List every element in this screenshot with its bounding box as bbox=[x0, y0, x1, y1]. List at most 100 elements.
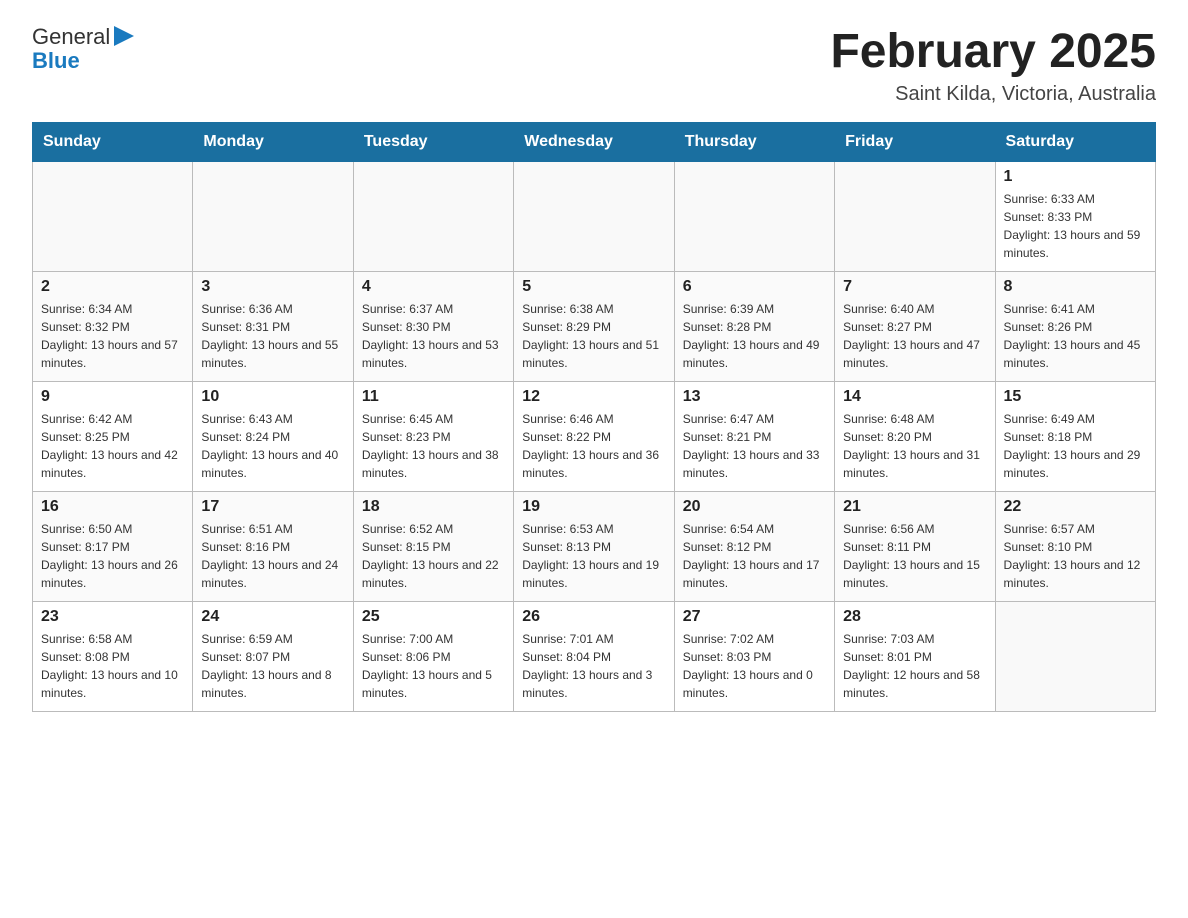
calendar-cell: 14 Sunrise: 6:48 AMSunset: 8:20 PMDayligh… bbox=[835, 382, 995, 492]
daylight-text: Daylight: 13 hours and 15 minutes. bbox=[843, 556, 986, 592]
sunrise-text: Sunrise: 6:53 AM bbox=[522, 520, 665, 538]
day-number: 5 bbox=[522, 278, 665, 296]
sunset-text: Sunset: 8:10 PM bbox=[1004, 538, 1147, 556]
calendar-table: SundayMondayTuesdayWednesdayThursdayFrid… bbox=[32, 122, 1156, 712]
daylight-text: Daylight: 13 hours and 45 minutes. bbox=[1004, 336, 1147, 372]
sunrise-text: Sunrise: 6:56 AM bbox=[843, 520, 986, 538]
sunrise-text: Sunrise: 6:33 AM bbox=[1004, 190, 1147, 208]
sunset-text: Sunset: 8:29 PM bbox=[522, 318, 665, 336]
day-number: 23 bbox=[41, 608, 184, 626]
day-info: Sunrise: 6:47 AMSunset: 8:21 PMDaylight:… bbox=[683, 410, 826, 482]
day-info: Sunrise: 6:49 AMSunset: 8:18 PMDaylight:… bbox=[1004, 410, 1147, 482]
calendar-cell: 2 Sunrise: 6:34 AMSunset: 8:32 PMDaylight… bbox=[33, 272, 193, 382]
day-number: 3 bbox=[201, 278, 344, 296]
day-number: 15 bbox=[1004, 388, 1147, 406]
calendar-cell: 3 Sunrise: 6:36 AMSunset: 8:31 PMDaylight… bbox=[193, 272, 353, 382]
column-header-friday: Friday bbox=[835, 123, 995, 162]
daylight-text: Daylight: 13 hours and 8 minutes. bbox=[201, 666, 344, 702]
calendar-cell bbox=[995, 602, 1155, 712]
day-info: Sunrise: 6:37 AMSunset: 8:30 PMDaylight:… bbox=[362, 300, 505, 372]
day-number: 14 bbox=[843, 388, 986, 406]
day-number: 6 bbox=[683, 278, 826, 296]
daylight-text: Daylight: 13 hours and 31 minutes. bbox=[843, 446, 986, 482]
day-info: Sunrise: 6:48 AMSunset: 8:20 PMDaylight:… bbox=[843, 410, 986, 482]
sunrise-text: Sunrise: 6:59 AM bbox=[201, 630, 344, 648]
logo: General Blue bbox=[32, 24, 134, 73]
sunrise-text: Sunrise: 6:37 AM bbox=[362, 300, 505, 318]
sunrise-text: Sunrise: 7:03 AM bbox=[843, 630, 986, 648]
sunrise-text: Sunrise: 6:48 AM bbox=[843, 410, 986, 428]
calendar-cell: 16Sunrise: 6:50 AMSunset: 8:17 PMDayligh… bbox=[33, 492, 193, 602]
column-header-monday: Monday bbox=[193, 123, 353, 162]
sunrise-text: Sunrise: 6:46 AM bbox=[522, 410, 665, 428]
daylight-text: Daylight: 13 hours and 57 minutes. bbox=[41, 336, 184, 372]
column-header-sunday: Sunday bbox=[33, 123, 193, 162]
calendar-cell: 19Sunrise: 6:53 AMSunset: 8:13 PMDayligh… bbox=[514, 492, 674, 602]
day-number: 8 bbox=[1004, 278, 1147, 296]
sunrise-text: Sunrise: 6:41 AM bbox=[1004, 300, 1147, 318]
day-info: Sunrise: 6:34 AMSunset: 8:32 PMDaylight:… bbox=[41, 300, 184, 372]
day-info: Sunrise: 6:36 AMSunset: 8:31 PMDaylight:… bbox=[201, 300, 344, 372]
sunset-text: Sunset: 8:07 PM bbox=[201, 648, 344, 666]
sunset-text: Sunset: 8:03 PM bbox=[683, 648, 826, 666]
day-number: 25 bbox=[362, 608, 505, 626]
calendar-cell: 27Sunrise: 7:02 AMSunset: 8:03 PMDayligh… bbox=[674, 602, 834, 712]
sunrise-text: Sunrise: 6:39 AM bbox=[683, 300, 826, 318]
daylight-text: Daylight: 13 hours and 22 minutes. bbox=[362, 556, 505, 592]
daylight-text: Daylight: 13 hours and 59 minutes. bbox=[1004, 226, 1147, 262]
calendar-cell: 21 Sunrise: 6:56 AMSunset: 8:11 PMDayligh… bbox=[835, 492, 995, 602]
sunset-text: Sunset: 8:25 PM bbox=[41, 428, 184, 446]
calendar-cell: 23 Sunrise: 6:58 AMSunset: 8:08 PMDayligh… bbox=[33, 602, 193, 712]
day-info: Sunrise: 6:59 AMSunset: 8:07 PMDaylight:… bbox=[201, 630, 344, 702]
day-info: Sunrise: 6:58 AMSunset: 8:08 PMDaylight:… bbox=[41, 630, 184, 702]
day-info: Sunrise: 6:40 AMSunset: 8:27 PMDaylight:… bbox=[843, 300, 986, 372]
column-header-thursday: Thursday bbox=[674, 123, 834, 162]
calendar-week-row: 1 Sunrise: 6:33 AMSunset: 8:33 PMDaylight… bbox=[33, 162, 1156, 272]
day-info: Sunrise: 7:00 AMSunset: 8:06 PMDaylight:… bbox=[362, 630, 505, 702]
calendar-cell: 15 Sunrise: 6:49 AMSunset: 8:18 PMDayligh… bbox=[995, 382, 1155, 492]
logo-general-text: General bbox=[32, 25, 110, 49]
calendar-cell: 20Sunrise: 6:54 AMSunset: 8:12 PMDayligh… bbox=[674, 492, 834, 602]
sunset-text: Sunset: 8:21 PM bbox=[683, 428, 826, 446]
day-number: 1 bbox=[1004, 168, 1147, 186]
sunset-text: Sunset: 8:06 PM bbox=[362, 648, 505, 666]
day-number: 21 bbox=[843, 498, 986, 516]
calendar-week-row: 9Sunrise: 6:42 AMSunset: 8:25 PMDaylight… bbox=[33, 382, 1156, 492]
calendar-cell: 22Sunrise: 6:57 AMSunset: 8:10 PMDayligh… bbox=[995, 492, 1155, 602]
day-info: Sunrise: 7:03 AMSunset: 8:01 PMDaylight:… bbox=[843, 630, 986, 702]
sunrise-text: Sunrise: 6:49 AM bbox=[1004, 410, 1147, 428]
sunrise-text: Sunrise: 6:40 AM bbox=[843, 300, 986, 318]
sunrise-text: Sunrise: 6:42 AM bbox=[41, 410, 184, 428]
day-info: Sunrise: 6:43 AMSunset: 8:24 PMDaylight:… bbox=[201, 410, 344, 482]
sunset-text: Sunset: 8:27 PM bbox=[843, 318, 986, 336]
sunrise-text: Sunrise: 6:36 AM bbox=[201, 300, 344, 318]
day-number: 24 bbox=[201, 608, 344, 626]
day-info: Sunrise: 6:46 AMSunset: 8:22 PMDaylight:… bbox=[522, 410, 665, 482]
sunset-text: Sunset: 8:13 PM bbox=[522, 538, 665, 556]
sunrise-text: Sunrise: 7:01 AM bbox=[522, 630, 665, 648]
calendar-cell bbox=[353, 162, 513, 272]
sunrise-text: Sunrise: 6:43 AM bbox=[201, 410, 344, 428]
daylight-text: Daylight: 13 hours and 53 minutes. bbox=[362, 336, 505, 372]
sunset-text: Sunset: 8:11 PM bbox=[843, 538, 986, 556]
sunrise-text: Sunrise: 6:57 AM bbox=[1004, 520, 1147, 538]
day-info: Sunrise: 6:57 AMSunset: 8:10 PMDaylight:… bbox=[1004, 520, 1147, 592]
day-info: Sunrise: 6:51 AMSunset: 8:16 PMDaylight:… bbox=[201, 520, 344, 592]
sunset-text: Sunset: 8:15 PM bbox=[362, 538, 505, 556]
sunset-text: Sunset: 8:32 PM bbox=[41, 318, 184, 336]
sunset-text: Sunset: 8:33 PM bbox=[1004, 208, 1147, 226]
sunset-text: Sunset: 8:22 PM bbox=[522, 428, 665, 446]
calendar-cell: 1 Sunrise: 6:33 AMSunset: 8:33 PMDaylight… bbox=[995, 162, 1155, 272]
calendar-cell: 7Sunrise: 6:40 AMSunset: 8:27 PMDaylight… bbox=[835, 272, 995, 382]
day-info: Sunrise: 7:02 AMSunset: 8:03 PMDaylight:… bbox=[683, 630, 826, 702]
day-number: 2 bbox=[41, 278, 184, 296]
calendar-week-row: 16Sunrise: 6:50 AMSunset: 8:17 PMDayligh… bbox=[33, 492, 1156, 602]
sunset-text: Sunset: 8:30 PM bbox=[362, 318, 505, 336]
calendar-subtitle: Saint Kilda, Victoria, Australia bbox=[830, 83, 1156, 106]
calendar-week-row: 23 Sunrise: 6:58 AMSunset: 8:08 PMDayligh… bbox=[33, 602, 1156, 712]
daylight-text: Daylight: 13 hours and 40 minutes. bbox=[201, 446, 344, 482]
calendar-cell: 25 Sunrise: 7:00 AMSunset: 8:06 PMDayligh… bbox=[353, 602, 513, 712]
sunset-text: Sunset: 8:20 PM bbox=[843, 428, 986, 446]
sunrise-text: Sunrise: 7:02 AM bbox=[683, 630, 826, 648]
calendar-cell bbox=[33, 162, 193, 272]
